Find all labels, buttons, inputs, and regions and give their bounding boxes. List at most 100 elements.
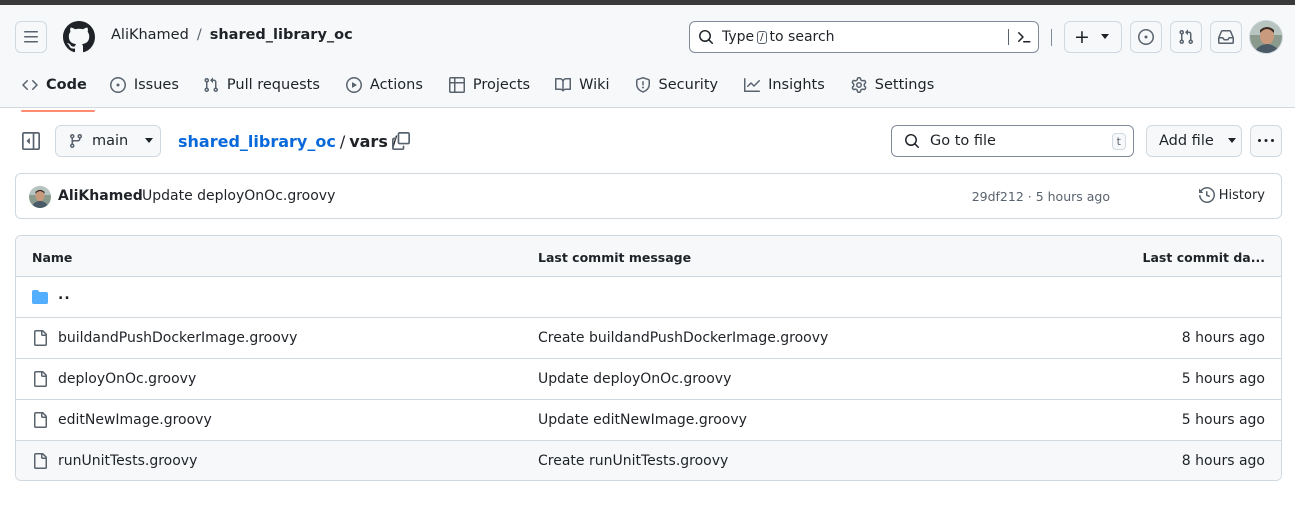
add-file-button[interactable]: Add file: [1146, 125, 1242, 157]
file-commit-date: 8 hours ago: [1181, 453, 1265, 469]
column-header-date: Last commit da...: [1142, 250, 1265, 265]
table-icon: [448, 77, 465, 93]
search-icon: [699, 30, 714, 45]
tab-label: Actions: [369, 77, 423, 93]
table-row: editNewImage.groovy Update editNewImage.…: [16, 400, 1281, 441]
table-row: deployOnOc.groovy Update deployOnOc.groo…: [16, 359, 1281, 400]
tab-label: Security: [658, 77, 719, 93]
file-commit-date: 8 hours ago: [1181, 330, 1265, 346]
history-label: History: [1218, 187, 1265, 203]
tab-label: Settings: [874, 77, 935, 93]
search-input[interactable]: Type / to search: [689, 21, 1039, 53]
create-new-button[interactable]: +: [1064, 21, 1122, 53]
go-to-file-placeholder: Go to file: [930, 133, 996, 149]
file-table: Name Last commit message Last commit da.…: [15, 235, 1282, 481]
inbox-button[interactable]: [1210, 21, 1242, 53]
issues-button[interactable]: [1130, 21, 1162, 53]
book-icon: [555, 77, 572, 92]
branch-selector[interactable]: main: [55, 125, 161, 157]
path-repo-link[interactable]: shared_library_oc: [178, 132, 336, 151]
tab-settings[interactable]: Settings: [843, 63, 942, 107]
tab-code[interactable]: Code: [14, 63, 95, 112]
user-avatar[interactable]: [1249, 20, 1283, 54]
repo-tabs: Code Issues Pull requests Actions Projec…: [0, 63, 942, 112]
breadcrumb-separator: /: [196, 27, 202, 43]
code-icon: [22, 79, 38, 91]
tab-label: Projects: [472, 77, 531, 93]
tab-security[interactable]: Security: [627, 63, 727, 107]
tab-issues[interactable]: Issues: [102, 63, 187, 107]
path-separator: /: [339, 132, 346, 151]
commit-author-avatar[interactable]: [29, 186, 51, 208]
table-header: Name Last commit message Last commit da.…: [16, 236, 1281, 277]
caret-down-icon: [1100, 34, 1109, 39]
commit-message[interactable]: Update deployOnOc.groovy: [142, 188, 335, 204]
hamburger-icon: [24, 31, 38, 43]
commit-author[interactable]: AliKhamed: [58, 188, 143, 204]
search-placeholder-before: Type: [722, 29, 755, 45]
command-palette-icon[interactable]: [1016, 29, 1032, 45]
more-options-button[interactable]: [1250, 125, 1282, 157]
parent-directory-row[interactable]: ..: [16, 277, 1281, 318]
pull-requests-button[interactable]: [1170, 21, 1202, 53]
owner-link[interactable]: AliKhamed: [111, 27, 189, 43]
file-commit-message[interactable]: Update editNewImage.groovy: [538, 412, 747, 428]
path-current-folder: vars: [349, 132, 388, 151]
kebab-horizontal-icon: [1258, 139, 1274, 142]
file-commit-date: 5 hours ago: [1181, 371, 1265, 387]
plus-icon: +: [1074, 25, 1090, 48]
column-header-name: Name: [32, 250, 73, 265]
repo-link[interactable]: shared_library_oc: [210, 27, 353, 43]
tab-insights[interactable]: Insights: [736, 63, 833, 107]
file-name-link[interactable]: runUnitTests.groovy: [58, 453, 197, 469]
history-link[interactable]: History: [1198, 187, 1265, 203]
history-icon: [1198, 187, 1215, 203]
file-commit-message[interactable]: Create runUnitTests.groovy: [538, 453, 728, 469]
tab-label: Issues: [133, 77, 179, 93]
inbox-icon: [1218, 30, 1234, 44]
github-logo-icon[interactable]: [63, 21, 95, 53]
gear-icon: [851, 77, 867, 93]
tab-actions[interactable]: Actions: [338, 63, 431, 107]
latest-commit-box: AliKhamed Update deployOnOc.groovy 29df2…: [15, 173, 1282, 219]
tab-label: Code: [46, 77, 87, 93]
file-commit-message[interactable]: Update deployOnOc.groovy: [538, 371, 731, 387]
git-branch-icon: [69, 134, 82, 149]
menu-button[interactable]: [15, 21, 47, 53]
file-icon: [32, 453, 48, 469]
search-divider: [1008, 29, 1009, 45]
caret-down-icon: [145, 138, 154, 143]
file-icon: [32, 412, 48, 428]
search-shortcut-key: /: [757, 30, 767, 44]
repo-header: AliKhamed / shared_library_oc Type / to se…: [0, 5, 1295, 112]
file-toolbar: main shared_library_oc / vars / Go to file …: [0, 124, 1295, 160]
tab-wiki[interactable]: Wiki: [547, 63, 617, 107]
table-row: buildandPushDockerImage.groovy Create bu…: [16, 318, 1281, 359]
sidebar-expand-icon[interactable]: [22, 132, 40, 150]
branch-name: main: [92, 133, 129, 149]
tab-projects[interactable]: Projects: [441, 63, 538, 107]
parent-directory-link[interactable]: ..: [58, 287, 71, 303]
git-pull-request-icon: [204, 77, 218, 93]
file-name-link[interactable]: deployOnOc.groovy: [58, 371, 196, 387]
file-icon: [32, 330, 48, 346]
file-name-link[interactable]: buildandPushDockerImage.groovy: [58, 330, 297, 346]
file-commit-date: 5 hours ago: [1181, 412, 1265, 428]
file-path: shared_library_oc / vars /: [178, 132, 401, 151]
shield-icon: [635, 77, 650, 93]
caret-down-icon: [1227, 138, 1236, 143]
copy-path-icon[interactable]: [392, 132, 410, 150]
git-pull-request-icon: [1179, 29, 1194, 45]
issue-opened-icon: [1138, 29, 1154, 45]
go-to-file-input[interactable]: Go to file t: [891, 125, 1134, 157]
go-to-file-shortcut: t: [1111, 133, 1126, 150]
tab-label: Pull requests: [226, 77, 320, 93]
file-name-link[interactable]: editNewImage.groovy: [58, 412, 212, 428]
commit-hash-time[interactable]: 29df212 · 5 hours ago: [972, 189, 1110, 204]
play-icon: [345, 77, 362, 93]
tab-pull-requests[interactable]: Pull requests: [195, 63, 328, 107]
graph-icon: [744, 78, 761, 92]
file-commit-message[interactable]: Create buildandPushDockerImage.groovy: [538, 330, 828, 346]
column-header-message: Last commit message: [538, 250, 692, 265]
issue-opened-icon: [109, 77, 126, 93]
